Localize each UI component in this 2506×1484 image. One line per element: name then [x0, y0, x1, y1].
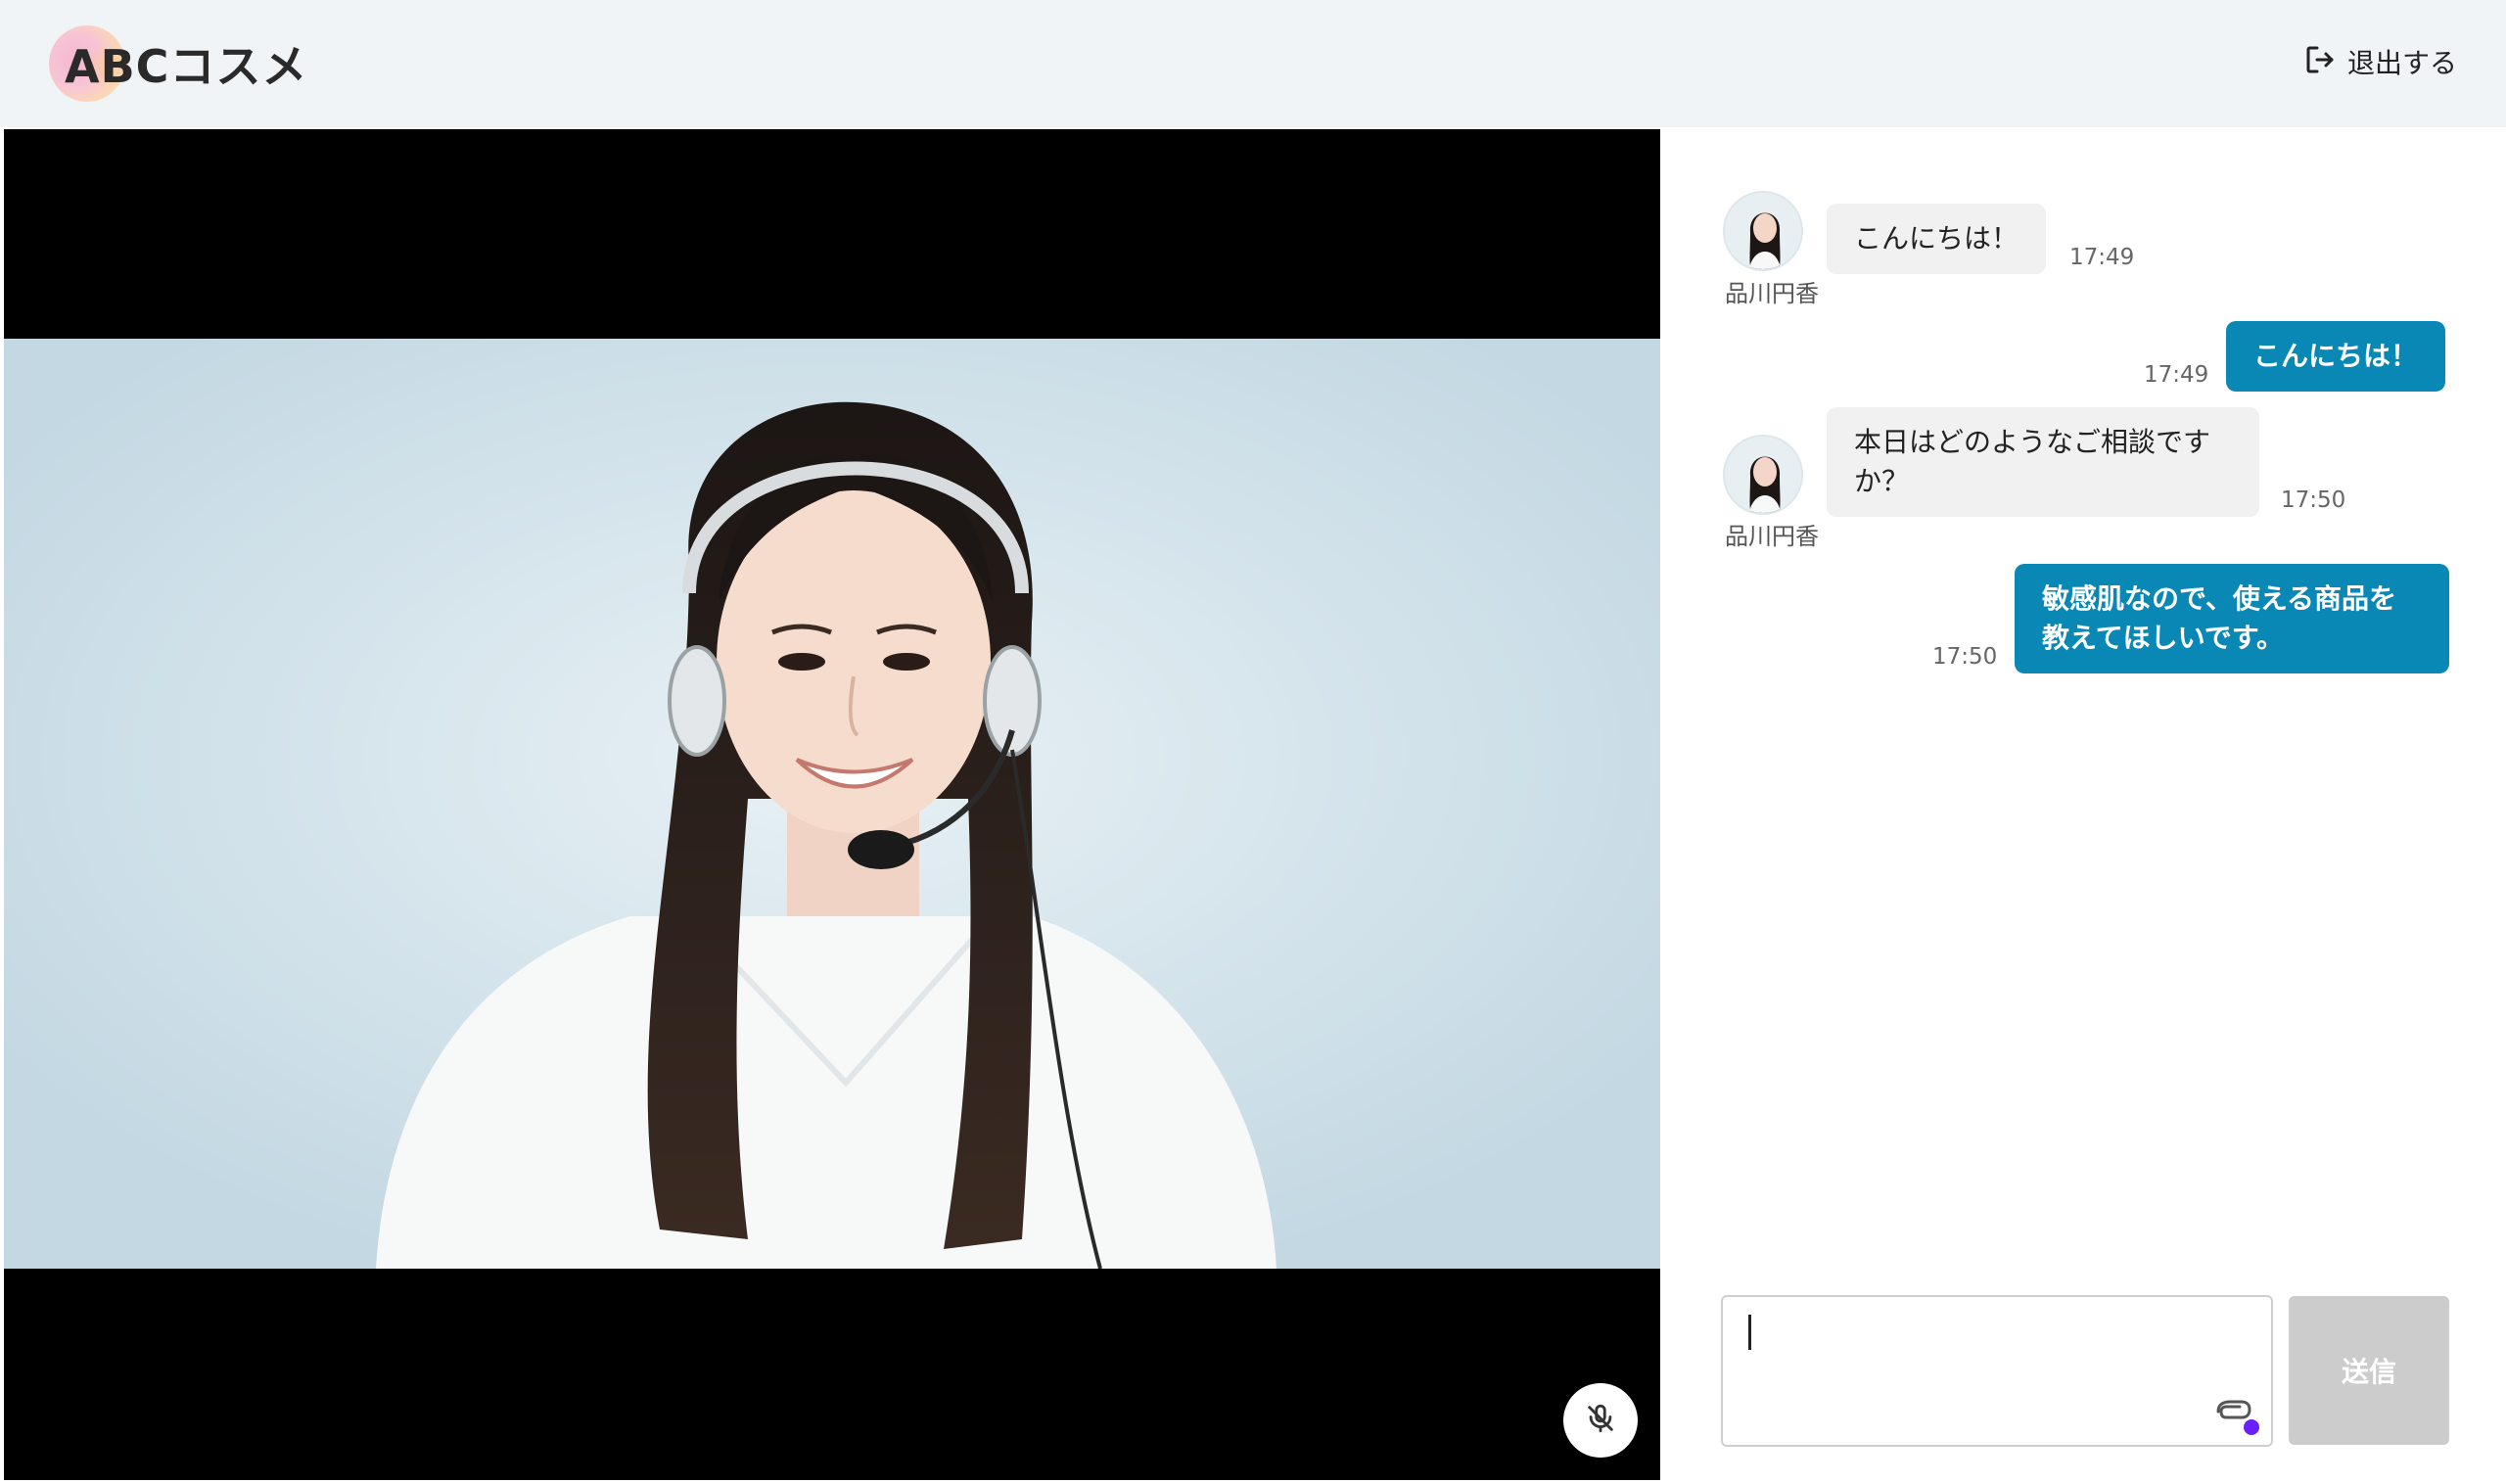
message-time: 17:50	[1932, 644, 1998, 670]
mic-off-icon	[1584, 1402, 1617, 1439]
mute-toggle-button[interactable]	[1563, 1383, 1638, 1458]
logo-text: ABCコスメ	[65, 40, 308, 93]
brand-logo[interactable]: ABCコスメ	[49, 25, 307, 102]
attachment-indicator	[2244, 1419, 2259, 1435]
outgoing-message-bubble: こんにちは！	[2226, 321, 2446, 392]
logout-label: 退出する	[2346, 47, 2457, 79]
operator-video-image	[4, 339, 1660, 1269]
message-sender: 品川円香	[1725, 280, 1819, 307]
logout-button[interactable]: 退出する	[2302, 37, 2457, 86]
video-feed	[4, 129, 1660, 1480]
message-input[interactable]	[1721, 1295, 2273, 1447]
send-button[interactable]: 送信	[2289, 1296, 2449, 1445]
text-caret	[1748, 1315, 1751, 1350]
app-header: ABCコスメ 退出する	[0, 0, 2506, 127]
logout-icon	[2302, 42, 2338, 81]
message-time: 17:50	[2281, 487, 2346, 513]
operator-avatar	[1723, 191, 1803, 271]
outgoing-message-bubble: 敏感肌なので、使える商品を教えてほしいです。	[2015, 564, 2449, 673]
incoming-message-bubble: 本日はどのようなご相談ですか？	[1827, 407, 2259, 517]
message-sender: 品川円香	[1725, 523, 1819, 550]
chat-panel: 品川円香 こんにちは！ 17:49 17:49 こんにちは！ 品川円香 本日はど…	[1660, 127, 2506, 1484]
message-time: 17:49	[2069, 245, 2135, 270]
message-time: 17:49	[2144, 362, 2209, 388]
operator-avatar	[1723, 435, 1803, 515]
incoming-message-bubble: こんにちは！	[1827, 204, 2047, 274]
